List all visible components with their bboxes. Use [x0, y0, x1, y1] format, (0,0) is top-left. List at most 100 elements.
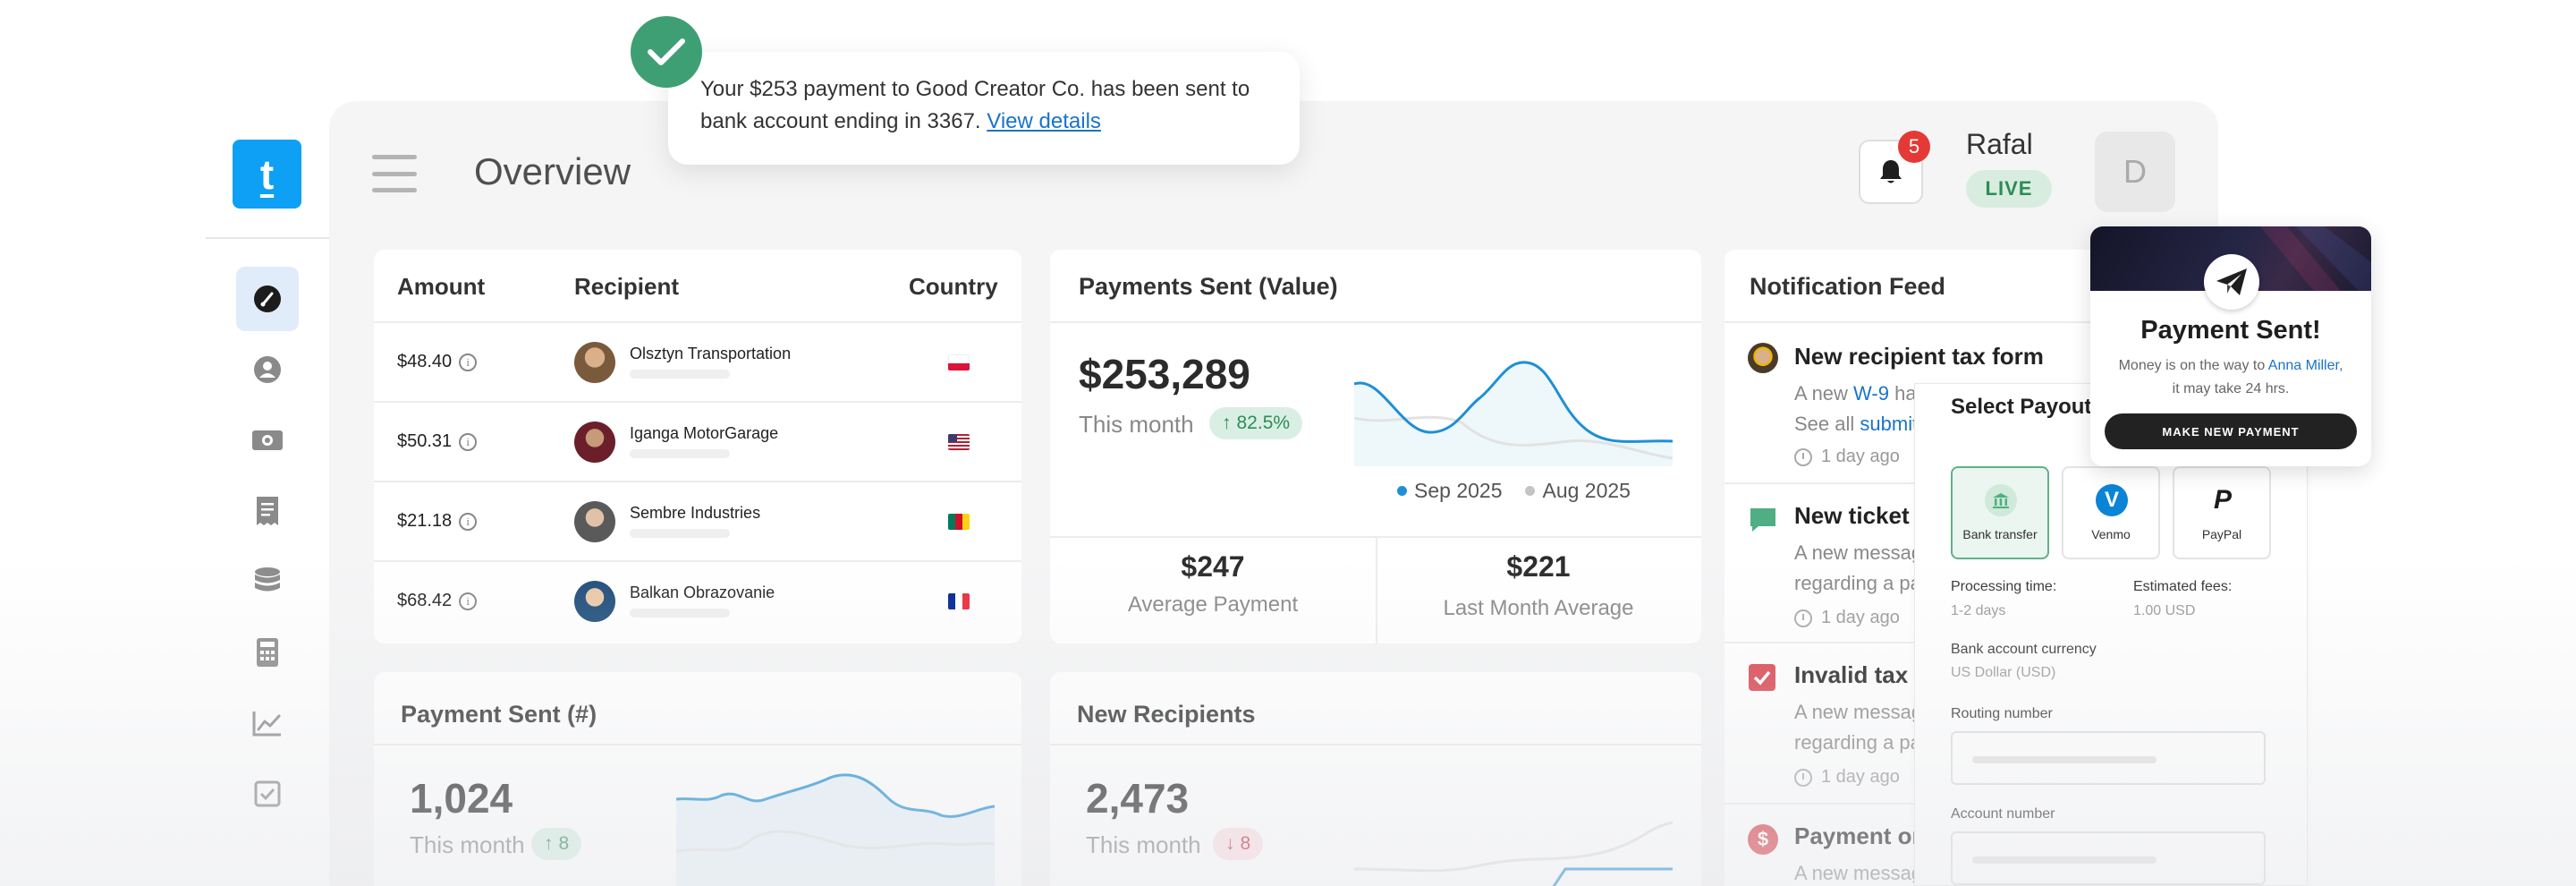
info-icon[interactable]: i — [459, 592, 478, 610]
sidebar-item-database[interactable] — [236, 549, 299, 614]
info-icon[interactable]: i — [459, 432, 478, 451]
make-new-payment-button[interactable]: MAKE NEW PAYMENT — [2105, 413, 2357, 449]
message-text: Money is on the way to — [2118, 358, 2268, 373]
routing-number-input[interactable] — [1951, 731, 2266, 785]
period-label: This month — [410, 831, 525, 858]
body-text: regarding a pa — [1794, 731, 1921, 754]
estimated-fees-value: 1.00 USD — [2133, 603, 2196, 618]
avatar — [1748, 343, 1778, 373]
card-title: Notification Feed — [1750, 273, 1946, 300]
submissions-link[interactable]: submit — [1860, 413, 1918, 435]
menu-toggle-button[interactable] — [372, 155, 417, 192]
last-month-stat: $221 Last Month Average — [1376, 550, 1701, 621]
recipient-placeholder — [630, 609, 730, 618]
last-month-value: $221 — [1506, 550, 1571, 583]
body-text: A new messag — [1794, 862, 1923, 884]
body-text: A new messag — [1794, 701, 1923, 723]
view-details-link[interactable]: View details — [987, 109, 1101, 133]
user-avatar[interactable]: D — [2095, 132, 2175, 212]
avg-payment-label: Average Payment — [1127, 592, 1299, 617]
recipients-trend-chart — [1354, 821, 1673, 886]
w9-link[interactable]: W-9 — [1853, 382, 1889, 405]
recipient-link[interactable]: Anna Miller — [2268, 358, 2339, 373]
cameroon-flag-icon — [948, 514, 970, 530]
sidebar-item-payments[interactable] — [236, 408, 299, 473]
feed-item-time: 1 day ago — [1794, 608, 1900, 628]
table-row[interactable]: $50.31 i Iganga MotorGarage — [374, 403, 1021, 482]
period-label: This month — [1086, 831, 1201, 858]
legend-dot — [1525, 486, 1536, 496]
bell-icon — [1880, 160, 1902, 183]
info-icon[interactable]: i — [459, 512, 478, 531]
poland-flag-icon — [948, 354, 970, 371]
payments-table: Amount Recipient Country $48.40 i Olsztyn… — [374, 250, 1021, 643]
database-icon — [255, 567, 280, 592]
sidebar-item-users[interactable] — [236, 337, 299, 402]
live-status-badge: LIVE — [1966, 170, 2052, 208]
column-recipient: Recipient — [574, 273, 680, 300]
last-month-label: Last Month Average — [1443, 596, 1634, 620]
feed-item-title: New recipient tax form — [1794, 343, 2044, 370]
message-text: , — [2338, 358, 2343, 373]
screen: { "app": { "logo_letter": "t" }, "header… — [0, 0, 2576, 886]
user-icon — [254, 356, 281, 383]
body-text: A new — [1794, 382, 1854, 405]
account-number-input[interactable] — [1951, 831, 2266, 885]
processing-time-label: Processing time: — [1951, 579, 2057, 594]
time-text: 1 day ago — [1821, 767, 1900, 787]
chat-icon — [1750, 508, 1775, 532]
france-flag-icon — [948, 593, 970, 609]
legend-item: Sep 2025 — [1397, 479, 1502, 503]
card-title: New Recipients — [1077, 701, 1256, 728]
info-icon[interactable]: i — [459, 353, 478, 371]
recipient-name: Olsztyn Transportation — [630, 345, 792, 362]
payout-option-paypal[interactable]: P PayPal — [2173, 466, 2271, 559]
page-title: Overview — [474, 150, 631, 192]
app-logo[interactable]: t — [233, 140, 301, 209]
avatar — [574, 342, 615, 383]
legend-label: Aug 2025 — [1542, 479, 1631, 502]
new-recipients-card: New Recipients 2,473 This month ↓ 8 — [1050, 672, 1701, 886]
recipient-placeholder — [630, 529, 730, 538]
account-number-label: Account number — [1951, 806, 2055, 822]
notifications-button[interactable]: 5 — [1859, 131, 1930, 204]
sidebar-item-invoices[interactable] — [236, 479, 299, 543]
money-icon — [252, 430, 283, 450]
toast-message: Your $253 payment to Good Creator Co. ha… — [700, 73, 1273, 138]
body-text: ha — [1888, 382, 1917, 405]
table-header: Amount Recipient Country — [374, 250, 1021, 323]
checklist-icon — [254, 780, 281, 807]
payout-option-bank[interactable]: Bank transfer — [1951, 466, 2049, 559]
feed-item-time: 1 day ago — [1794, 767, 1900, 788]
payout-option-label: PayPal — [2201, 527, 2242, 541]
payout-option-label: Bank transfer — [1962, 527, 2038, 541]
total-value: $253,289 — [1079, 351, 1250, 397]
recipient-name: Iganga MotorGarage — [630, 424, 779, 442]
arrow-up-icon: ↑ — [1222, 413, 1232, 433]
avatar — [574, 501, 615, 542]
table-row[interactable]: $68.42 i Balkan Obrazovanie — [374, 562, 1021, 642]
processing-time-value: 1-2 days — [1951, 603, 2006, 618]
success-toast: Your $253 payment to Good Creator Co. ha… — [668, 52, 1300, 165]
column-country: Country — [909, 273, 998, 300]
table-row[interactable]: $48.40 i Olsztyn Transportation — [374, 323, 1021, 403]
sidebar-item-analytics[interactable] — [236, 691, 299, 755]
sidebar-nav — [236, 267, 299, 832]
count-trend-chart — [676, 773, 995, 886]
routing-number-label: Routing number — [1951, 706, 2053, 721]
body-text: A new messag — [1794, 541, 1923, 564]
payout-option-venmo[interactable]: V Venmo — [2062, 466, 2160, 559]
row-amount: $68.42 — [397, 591, 453, 610]
dollar-icon: $ — [1748, 824, 1778, 855]
sidebar-item-dashboard[interactable] — [236, 267, 299, 331]
change-badge: ↓ 8 — [1213, 828, 1264, 860]
sidebar-item-tasks[interactable] — [236, 762, 299, 826]
time-text: 1 day ago — [1821, 608, 1900, 627]
table-row[interactable]: $21.18 i Sembre Industries — [374, 482, 1021, 562]
payment-sent-message: Money is on the way to Anna Miller, it m… — [2108, 354, 2353, 401]
feed-item-body: A new messag regarding a pa — [1794, 538, 1922, 599]
avatar — [574, 581, 615, 622]
recipient-name: Balkan Obrazovanie — [630, 584, 775, 601]
change-value: 8 — [558, 833, 570, 854]
sidebar-item-calculator[interactable] — [236, 620, 299, 685]
